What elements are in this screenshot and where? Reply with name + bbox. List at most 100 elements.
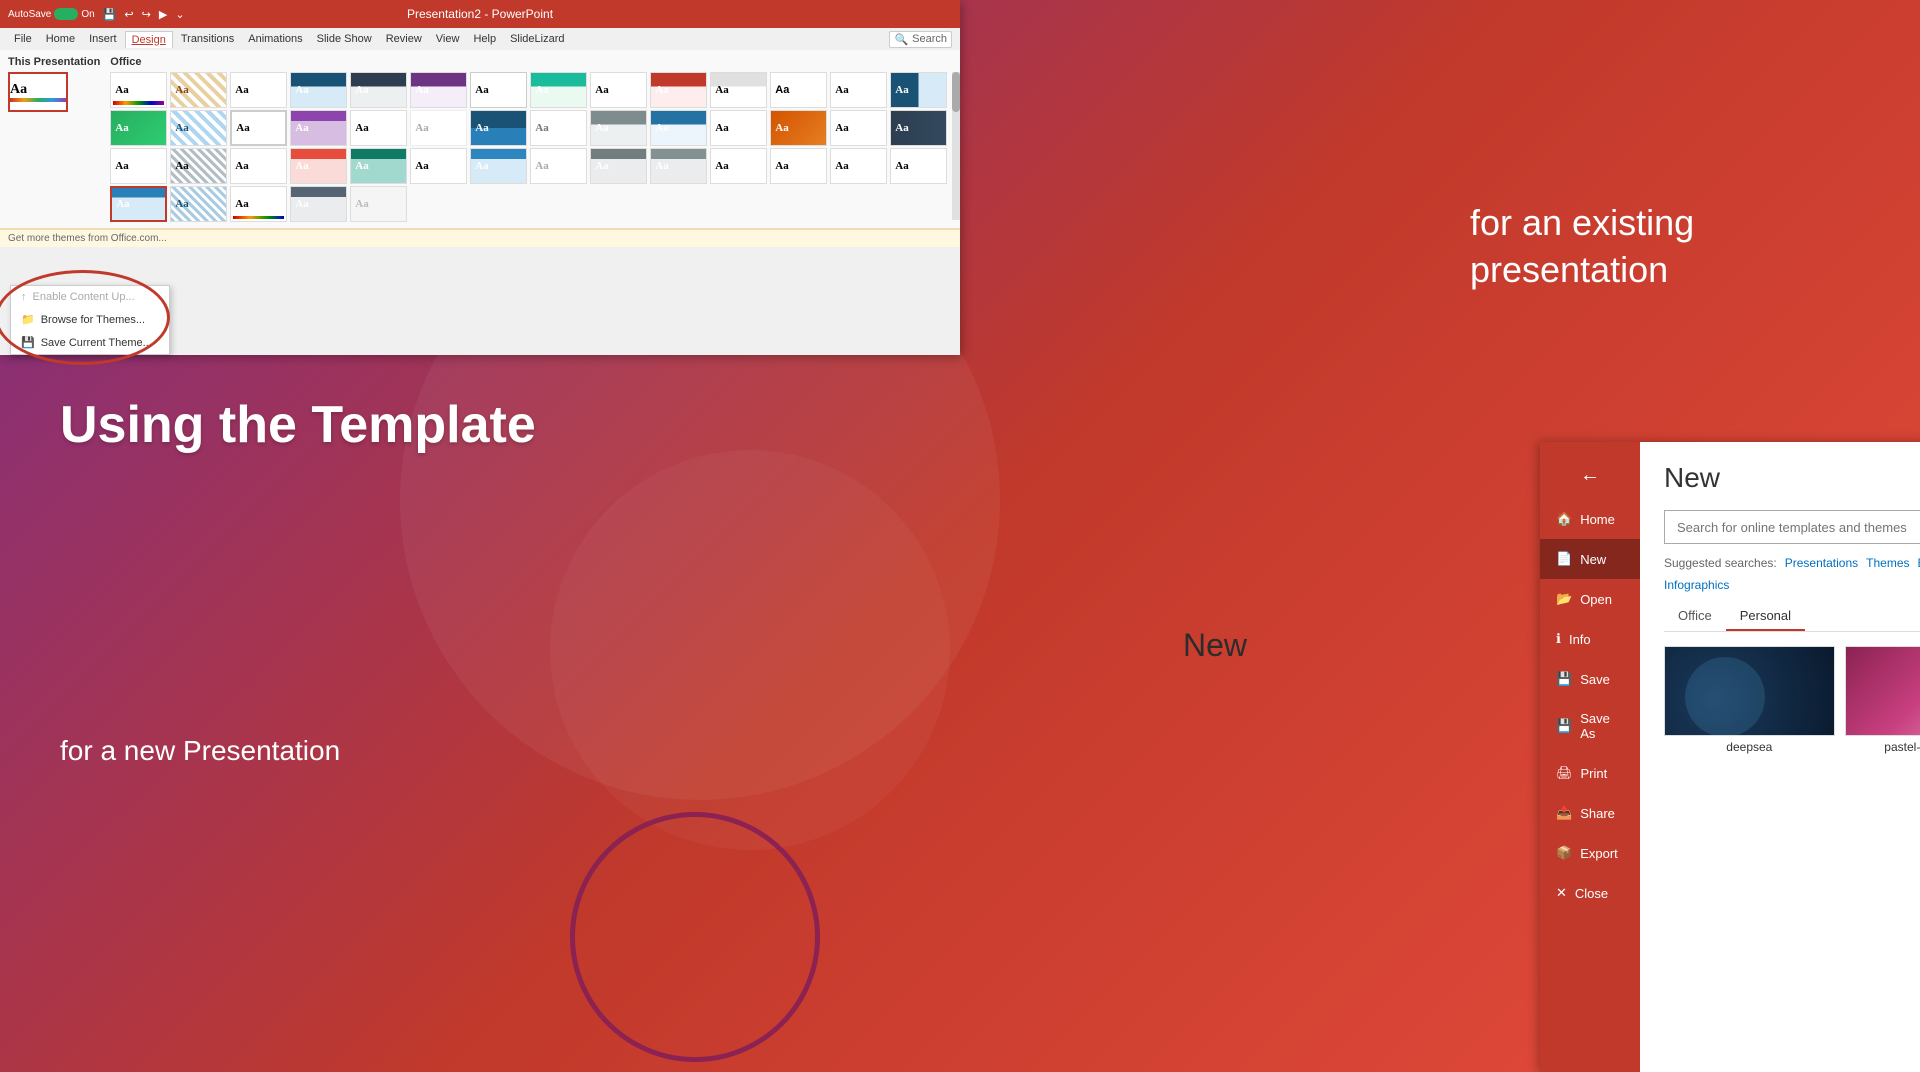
theme-27[interactable]: Aa [830,110,887,146]
theme-30[interactable]: Aa [170,148,227,184]
theme-22[interactable]: Aa [530,110,587,146]
sidebar-share[interactable]: 📤 Share [1540,793,1640,833]
theme-34[interactable]: Aa [410,148,467,184]
menu-slidelizard[interactable]: SlideLizard [504,31,570,47]
present-icon[interactable]: ▶ [159,8,167,21]
subtitle-text: for a new Presentation [60,735,700,767]
sidebar-new[interactable]: 📄 New [1540,539,1640,579]
theme-43[interactable]: Aa [110,186,167,222]
new-callout-text: New [1183,627,1247,664]
suggest-infographics[interactable]: Infographics [1664,578,1729,592]
theme-31[interactable]: Aa [230,148,287,184]
theme-33[interactable]: Aa [350,148,407,184]
theme-29[interactable]: Aa [110,148,167,184]
back-button[interactable]: ← [1540,452,1640,499]
search-box[interactable]: 🔍 Search [889,31,952,48]
this-presentation-label: This Presentation [8,56,100,68]
theme-scrollbar[interactable] [952,72,960,220]
current-theme-box[interactable]: Aa [8,72,68,112]
theme-13[interactable]: Aa [830,72,887,108]
autosave-state: On [81,9,94,20]
sidebar-save[interactable]: 💾 Save [1540,659,1640,699]
theme-18[interactable]: Aa [290,110,347,146]
theme-5[interactable]: Aa [350,72,407,108]
template-thumb-deepsea[interactable] [1664,646,1835,736]
tab-personal[interactable]: Personal [1726,602,1805,631]
sidebar-home[interactable]: 🏠 Home [1540,499,1640,539]
circle-highlight-browse [0,270,170,365]
sidebar-info[interactable]: ℹ Info [1540,619,1640,659]
save-icon[interactable]: 💾 [103,8,117,21]
theme-28[interactable]: Aa [890,110,947,146]
autosave-toggle[interactable] [54,8,78,20]
menu-home[interactable]: Home [40,31,81,47]
scrollbar-thumb[interactable] [952,72,960,112]
theme-16[interactable]: Aa [170,110,227,146]
theme-39[interactable]: Aa [710,148,767,184]
template-pastel[interactable]: pastel-watercolor [1845,646,1920,754]
menu-design[interactable]: Design [125,31,173,48]
theme-21[interactable]: Aa [470,110,527,146]
suggest-presentations[interactable]: Presentations [1785,556,1858,570]
theme-2[interactable]: Aa [170,72,227,108]
search-templates-input[interactable] [1665,512,1920,543]
theme-8[interactable]: Aa [530,72,587,108]
sidebar-open[interactable]: 📂 Open [1540,579,1640,619]
new-doc-icon: 📄 [1556,551,1572,567]
sidebar-export[interactable]: 📦 Export [1540,833,1640,873]
theme-15[interactable]: Aa [110,110,167,146]
theme-3[interactable]: Aa [230,72,287,108]
theme-7[interactable]: Aa [470,72,527,108]
undo-icon[interactable]: ↩ [124,8,133,21]
export-icon: 📦 [1556,845,1572,861]
menu-slideshow[interactable]: Slide Show [311,31,378,47]
theme-25[interactable]: Aa [710,110,767,146]
theme-38[interactable]: Aa [650,148,707,184]
print-icon: 🖨 [1556,765,1573,781]
template-deepsea[interactable]: deepsea [1664,646,1835,754]
theme-11[interactable]: Aa [710,72,767,108]
theme-12[interactable]: Aa [770,72,827,108]
theme-19[interactable]: Aa [350,110,407,146]
menu-transitions[interactable]: Transitions [175,31,240,47]
menu-file[interactable]: File [8,31,38,47]
theme-36[interactable]: Aa [530,148,587,184]
title-bar: AutoSave On 💾 ↩ ↪ ▶ ⌄ Presentation2 - Po… [0,0,960,28]
sidebar-print[interactable]: 🖨 Print [1540,753,1640,793]
theme-35[interactable]: Aa [470,148,527,184]
suggest-themes[interactable]: Themes [1866,556,1909,570]
theme-45[interactable]: Aa [230,186,287,222]
theme-41[interactable]: Aa [830,148,887,184]
redo-icon[interactable]: ↪ [142,8,151,21]
tab-office[interactable]: Office [1664,602,1726,631]
theme-9[interactable]: Aa [590,72,647,108]
theme-40[interactable]: Aa [770,148,827,184]
theme-20[interactable]: Aa [410,110,467,146]
theme-46[interactable]: Aa [290,186,347,222]
template-thumb-pastel[interactable] [1845,646,1920,736]
theme-24[interactable]: Aa [650,110,707,146]
theme-47[interactable]: Aa [350,186,407,222]
theme-23[interactable]: Aa [590,110,647,146]
home-label: Home [1580,512,1615,527]
theme-1[interactable]: Aa [110,72,167,108]
theme-44[interactable]: Aa [170,186,227,222]
theme-10[interactable]: Aa [650,72,707,108]
menu-view[interactable]: View [430,31,466,47]
search-templates-bar[interactable]: 🔍 [1664,510,1920,544]
menu-animations[interactable]: Animations [242,31,308,47]
theme-6[interactable]: Aa [410,72,467,108]
menu-review[interactable]: Review [380,31,428,47]
theme-14[interactable]: Aa [890,72,947,108]
sidebar-saveas[interactable]: 💾 Save As [1540,699,1640,753]
theme-26[interactable]: Aa [770,110,827,146]
menu-insert[interactable]: Insert [83,31,123,47]
theme-4[interactable]: Aa [290,72,347,108]
more-icon[interactable]: ⌄ [175,8,184,21]
theme-32[interactable]: Aa [290,148,347,184]
theme-37[interactable]: Aa [590,148,647,184]
menu-help[interactable]: Help [467,31,502,47]
sidebar-close[interactable]: ✕ Close [1540,873,1640,913]
theme-17[interactable]: Aa [230,110,287,146]
theme-42[interactable]: Aa [890,148,947,184]
